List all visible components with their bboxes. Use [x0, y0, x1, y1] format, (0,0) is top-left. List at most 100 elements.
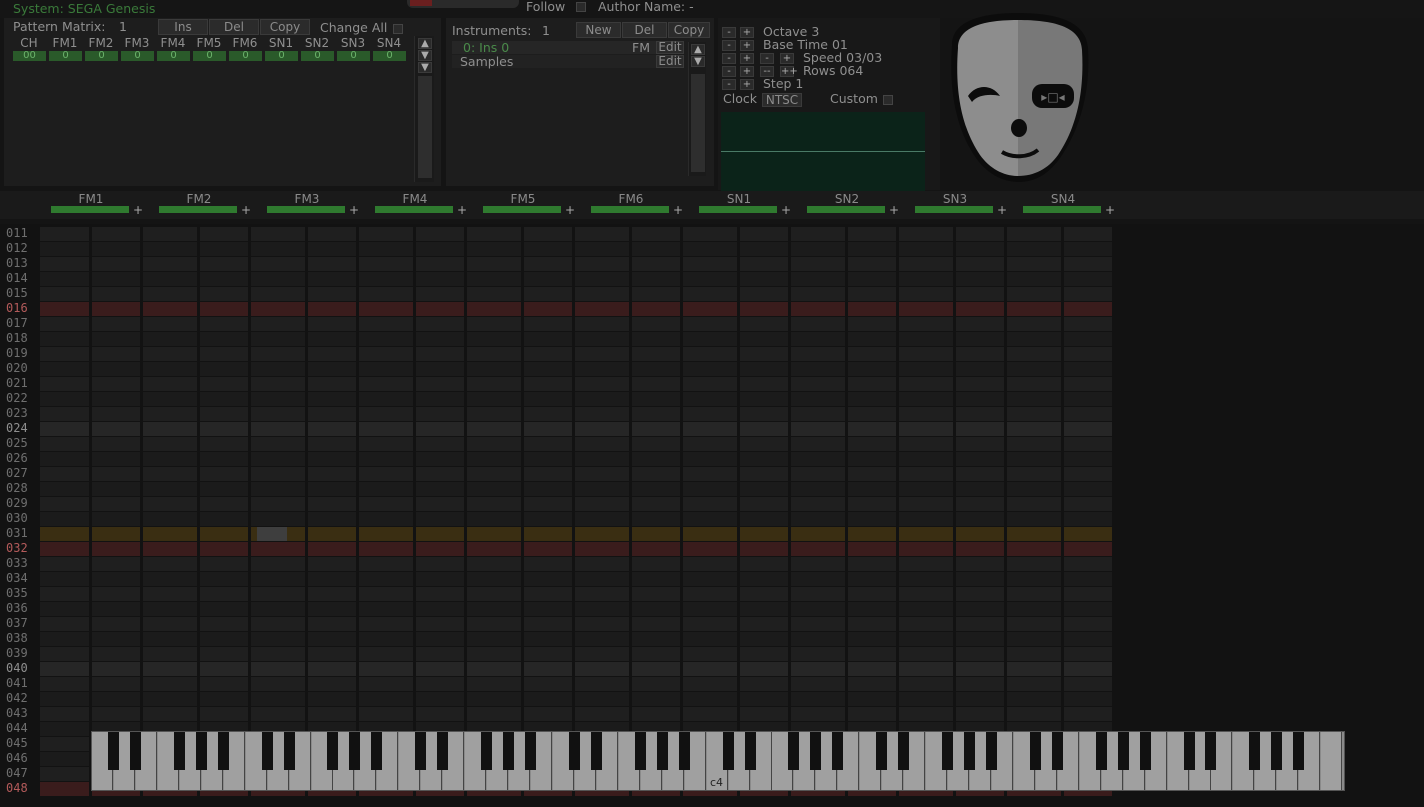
piano-black-key[interactable] — [1051, 732, 1063, 770]
octave-plus-button[interactable]: + — [740, 27, 754, 38]
channel-name-sn4[interactable]: SN4 — [1018, 192, 1108, 206]
table-row[interactable] — [40, 632, 1112, 646]
piano-black-key[interactable] — [1293, 732, 1305, 770]
channel-add-fm6-button[interactable]: + — [673, 203, 683, 217]
piano-black-key[interactable] — [876, 732, 888, 770]
transport-controls[interactable] — [407, 0, 519, 8]
piano-black-key[interactable] — [503, 732, 515, 770]
table-row[interactable] — [40, 317, 1112, 331]
piano-black-key[interactable] — [1271, 732, 1283, 770]
piano-black-key[interactable] — [173, 732, 185, 770]
matrix-cell[interactable]: 0 — [85, 51, 118, 61]
instruments-scroll-thumb[interactable] — [691, 74, 705, 172]
piano-black-key[interactable] — [810, 732, 822, 770]
piano-black-key[interactable] — [832, 732, 844, 770]
table-row[interactable] — [40, 422, 1112, 436]
channel-add-sn1-button[interactable]: + — [781, 203, 791, 217]
ntsc-button[interactable]: NTSC — [762, 93, 802, 107]
scroll-up-icon[interactable]: ▲ — [418, 38, 432, 49]
table-row[interactable] — [40, 257, 1112, 271]
matrix-del-button[interactable]: Del — [209, 19, 259, 35]
table-row[interactable] — [40, 542, 1112, 556]
channel-name-fm1[interactable]: FM1 — [46, 192, 136, 206]
matrix-cell[interactable]: 0 — [49, 51, 82, 61]
piano-black-key[interactable] — [349, 732, 361, 770]
follow-checkbox[interactable] — [576, 2, 586, 12]
table-row[interactable] — [40, 347, 1112, 361]
channel-add-sn2-button[interactable]: + — [889, 203, 899, 217]
piano-black-key[interactable] — [744, 732, 756, 770]
matrix-cell[interactable]: 0 — [337, 51, 370, 61]
step-plus-button[interactable]: + — [740, 79, 754, 90]
piano-black-key[interactable] — [415, 732, 427, 770]
channel-name-fm4[interactable]: FM4 — [370, 192, 460, 206]
table-row[interactable] — [40, 242, 1112, 256]
channel-volume-fm3[interactable] — [267, 206, 345, 213]
table-row[interactable] — [40, 512, 1112, 526]
matrix-cell[interactable]: 0 — [373, 51, 406, 61]
piano-black-key[interactable] — [1139, 732, 1151, 770]
scroll-end-icon[interactable]: ▼ — [418, 62, 432, 73]
channel-volume-sn3[interactable] — [915, 206, 993, 213]
matrix-cell[interactable]: 0 — [193, 51, 226, 61]
base-time-minus-button[interactable]: - — [722, 40, 736, 51]
channel-volume-fm5[interactable] — [483, 206, 561, 213]
table-row[interactable] — [40, 482, 1112, 496]
channel-add-fm2-button[interactable]: + — [241, 203, 251, 217]
table-row[interactable] — [40, 437, 1112, 451]
table-row[interactable] — [40, 227, 1112, 241]
matrix-cell[interactable]: 0 — [265, 51, 298, 61]
table-row[interactable] — [40, 617, 1112, 631]
piano-black-key[interactable] — [481, 732, 493, 770]
scroll-down-icon[interactable]: ▼ — [691, 56, 705, 67]
table-row[interactable] — [40, 572, 1112, 586]
piano-black-key[interactable] — [217, 732, 229, 770]
table-row[interactable] — [40, 602, 1112, 616]
channel-volume-sn4[interactable] — [1023, 206, 1101, 213]
table-row[interactable] — [40, 527, 1112, 541]
table-row[interactable] — [40, 452, 1112, 466]
piano-black-key[interactable] — [722, 732, 734, 770]
piano-black-key[interactable] — [371, 732, 383, 770]
instruments-scrollbar[interactable]: ▲ ▼ — [688, 42, 706, 176]
channel-add-fm3-button[interactable]: + — [349, 203, 359, 217]
speed2-plus-button[interactable]: + — [780, 53, 794, 64]
edit-cursor[interactable] — [257, 527, 287, 541]
channel-volume-fm2[interactable] — [159, 206, 237, 213]
piano-white-key[interactable] — [1321, 732, 1343, 790]
piano-black-key[interactable] — [590, 732, 602, 770]
instrument-edit-button[interactable]: Edit — [656, 41, 684, 54]
table-row[interactable] — [40, 467, 1112, 481]
piano-black-key[interactable] — [437, 732, 449, 770]
table-row[interactable] — [40, 392, 1112, 406]
piano-black-key[interactable] — [107, 732, 119, 770]
speed1-minus-button[interactable]: - — [722, 53, 736, 64]
piano-black-key[interactable] — [1117, 732, 1129, 770]
channel-add-sn3-button[interactable]: + — [997, 203, 1007, 217]
piano-black-key[interactable] — [129, 732, 141, 770]
table-row[interactable] — [40, 287, 1112, 301]
step-minus-button[interactable]: - — [722, 79, 736, 90]
piano-black-key[interactable] — [525, 732, 536, 770]
table-row[interactable] — [40, 362, 1112, 376]
table-row[interactable] — [40, 647, 1112, 661]
channel-add-fm5-button[interactable]: + — [565, 203, 575, 217]
piano-black-key[interactable] — [1249, 732, 1261, 770]
octave-minus-button[interactable]: - — [722, 27, 736, 38]
table-row[interactable] — [40, 677, 1112, 691]
channel-name-fm3[interactable]: FM3 — [262, 192, 352, 206]
piano-black-key[interactable] — [327, 732, 339, 770]
samples-edit-button[interactable]: Edit — [656, 55, 684, 68]
base-time-plus-button[interactable]: + — [740, 40, 754, 51]
scroll-down-icon[interactable]: ▼ — [418, 50, 432, 61]
piano-black-key[interactable] — [1029, 732, 1041, 770]
table-row[interactable] — [40, 272, 1112, 286]
channel-volume-fm4[interactable] — [375, 206, 453, 213]
speed2-minus-button[interactable]: - — [760, 53, 774, 64]
matrix-cell[interactable]: 0 — [301, 51, 334, 61]
channel-volume-fm6[interactable] — [591, 206, 669, 213]
piano-black-key[interactable] — [964, 732, 975, 770]
instrument-copy-button[interactable]: Copy — [668, 22, 710, 38]
custom-checkbox[interactable] — [883, 95, 893, 105]
pattern-editor[interactable]: 011 012 013 014 015 016 017 018 019 020 021 022 023 0… — [0, 224, 1424, 807]
